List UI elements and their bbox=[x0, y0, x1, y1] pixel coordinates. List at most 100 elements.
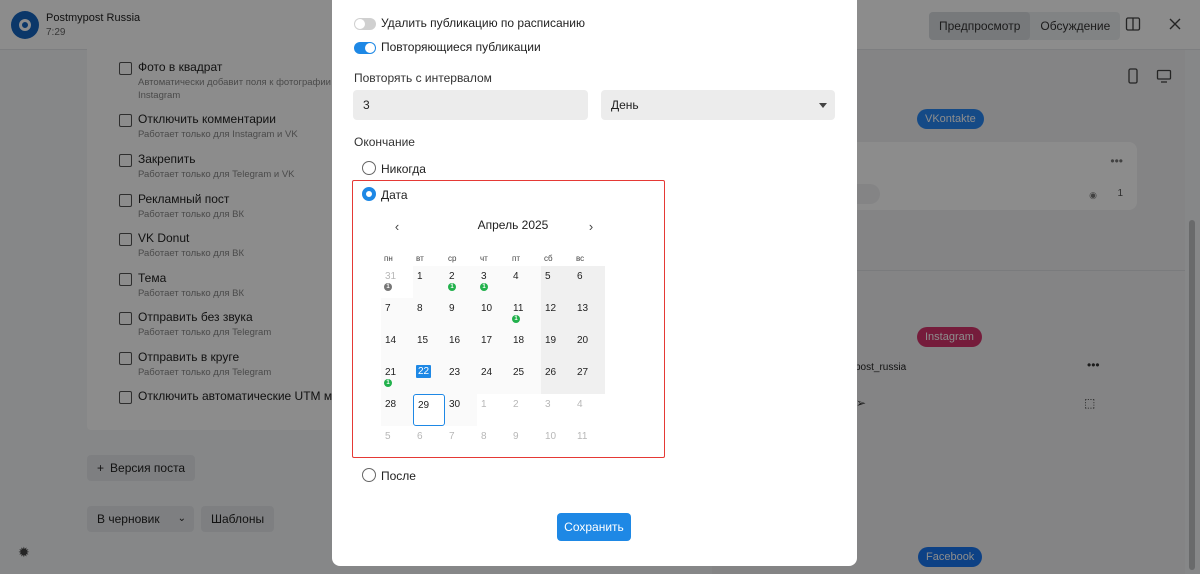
checkbox[interactable] bbox=[119, 273, 132, 286]
calendar-day[interactable]: 4 bbox=[509, 266, 541, 298]
close-icon[interactable] bbox=[1167, 16, 1183, 32]
checkbox[interactable] bbox=[119, 114, 132, 127]
calendar-day[interactable]: 9 bbox=[445, 298, 477, 330]
option-subtitle: Работает только для Instagram и VK bbox=[138, 129, 298, 140]
split-view-icon[interactable] bbox=[1125, 16, 1141, 32]
next-month-icon[interactable]: › bbox=[584, 219, 598, 234]
save-button[interactable]: Сохранить bbox=[557, 513, 631, 541]
day-number: 13 bbox=[577, 303, 589, 314]
interval-label: Повторять с интервалом bbox=[354, 71, 492, 85]
calendar-day[interactable]: 31 bbox=[477, 266, 509, 298]
calendar-day[interactable]: 8 bbox=[477, 426, 509, 458]
calendar-day[interactable]: 10 bbox=[477, 298, 509, 330]
tab-preview[interactable]: Предпросмотр bbox=[929, 12, 1031, 40]
calendar-day[interactable]: 13 bbox=[573, 298, 605, 330]
settings-gear-icon[interactable]: ✹ bbox=[18, 544, 30, 561]
day-number: 9 bbox=[513, 431, 519, 442]
account-time: 7:29 bbox=[46, 27, 66, 38]
calendar-day[interactable]: 10 bbox=[541, 426, 573, 458]
add-version-button[interactable]: + Версия поста bbox=[87, 455, 196, 481]
checkbox[interactable] bbox=[119, 233, 132, 246]
prev-month-icon[interactable]: ‹ bbox=[390, 219, 404, 234]
calendar-day[interactable]: 21 bbox=[445, 266, 477, 298]
checkbox[interactable] bbox=[119, 352, 132, 365]
radio-date[interactable] bbox=[362, 187, 376, 201]
radio-after[interactable] bbox=[362, 468, 376, 482]
calendar-day[interactable]: 29 bbox=[413, 394, 445, 426]
calendar-day[interactable]: 1 bbox=[477, 394, 509, 426]
calendar-day[interactable]: 3 bbox=[541, 394, 573, 426]
account-avatar[interactable] bbox=[11, 11, 39, 39]
calendar-day[interactable]: 15 bbox=[413, 330, 445, 362]
templates-button[interactable]: Шаблоны bbox=[201, 506, 275, 532]
calendar-day[interactable]: 23 bbox=[445, 362, 477, 394]
calendar-day[interactable]: 4 bbox=[573, 394, 605, 426]
calendar-day[interactable]: 6 bbox=[573, 266, 605, 298]
day-number: 7 bbox=[385, 303, 391, 314]
tab-discussion[interactable]: Обсуждение bbox=[1030, 12, 1120, 40]
day-number: 8 bbox=[481, 431, 487, 442]
calendar-day[interactable]: 11 bbox=[573, 426, 605, 458]
day-number: 5 bbox=[545, 271, 551, 282]
calendar-day[interactable]: 7 bbox=[381, 298, 413, 330]
calendar-day[interactable]: 24 bbox=[477, 362, 509, 394]
calendar-day[interactable]: 18 bbox=[509, 330, 541, 362]
instagram-chip: Instagram bbox=[917, 327, 982, 347]
calendar-day[interactable]: 31 1 bbox=[381, 266, 413, 298]
instagram-more-icon[interactable]: ••• bbox=[1087, 358, 1100, 372]
day-number: 14 bbox=[385, 335, 397, 346]
scrollbar[interactable] bbox=[1189, 220, 1195, 570]
never-label: Никогда bbox=[381, 162, 426, 176]
calendar-day[interactable]: 30 bbox=[445, 394, 477, 426]
calendar-day[interactable]: 26 bbox=[541, 362, 573, 394]
delete-scheduled-toggle[interactable] bbox=[354, 18, 376, 30]
interval-unit-select[interactable]: День bbox=[601, 90, 835, 120]
plus-icon: + bbox=[97, 461, 105, 475]
option-title: Отправить без звука bbox=[138, 310, 253, 324]
checkbox[interactable] bbox=[119, 312, 132, 325]
calendar-day[interactable]: 11 1 bbox=[509, 298, 541, 330]
day-number: 3 bbox=[545, 399, 551, 410]
calendar-day[interactable]: 20 bbox=[573, 330, 605, 362]
mobile-view-icon[interactable] bbox=[1125, 68, 1141, 84]
checkbox[interactable] bbox=[119, 62, 132, 75]
draft-dropdown[interactable]: В черновик ⌄ bbox=[87, 506, 194, 532]
day-number: 1 bbox=[481, 399, 487, 410]
calendar-day[interactable]: 2 bbox=[509, 394, 541, 426]
calendar-day[interactable]: 7 bbox=[445, 426, 477, 458]
option-subtitle: Работает только для ВК bbox=[138, 248, 245, 259]
interval-input[interactable]: 3 bbox=[353, 90, 588, 120]
calendar-day[interactable]: 28 bbox=[381, 394, 413, 426]
checkbox[interactable] bbox=[119, 194, 132, 207]
day-number: 28 bbox=[385, 399, 397, 410]
calendar-day[interactable]: 14 bbox=[381, 330, 413, 362]
ending-label: Окончание bbox=[354, 135, 415, 149]
calendar-day[interactable]: 27 bbox=[573, 362, 605, 394]
repeat-posts-toggle[interactable] bbox=[354, 42, 376, 54]
send-icon[interactable]: ➢ bbox=[856, 396, 866, 410]
calendar-day[interactable]: 6 bbox=[413, 426, 445, 458]
scheduled-post-badge: 1 bbox=[384, 379, 392, 387]
calendar-day[interactable]: 1 bbox=[413, 266, 445, 298]
calendar-day[interactable]: 12 bbox=[541, 298, 573, 330]
calendar-day[interactable]: 5 bbox=[381, 426, 413, 458]
desktop-view-icon[interactable] bbox=[1156, 68, 1172, 84]
calendar-day[interactable]: 8 bbox=[413, 298, 445, 330]
day-number: 11 bbox=[577, 431, 588, 442]
checkbox[interactable] bbox=[119, 154, 132, 167]
radio-never[interactable] bbox=[362, 161, 376, 175]
calendar-day[interactable]: 19 bbox=[541, 330, 573, 362]
calendar-month: Апрель 2025 bbox=[477, 218, 549, 232]
calendar-day[interactable]: 5 bbox=[541, 266, 573, 298]
bookmark-icon[interactable]: ⬚ bbox=[1084, 396, 1095, 410]
calendar-day[interactable]: 22 bbox=[413, 362, 445, 394]
calendar-day[interactable]: 17 bbox=[477, 330, 509, 362]
calendar-day[interactable]: 21 1 bbox=[381, 362, 413, 394]
calendar-day[interactable]: 25 bbox=[509, 362, 541, 394]
more-icon[interactable]: ••• bbox=[1110, 154, 1123, 168]
calendar-day[interactable]: 9 bbox=[509, 426, 541, 458]
checkbox[interactable] bbox=[119, 391, 132, 404]
delete-scheduled-label: Удалить публикацию по расписанию bbox=[381, 16, 585, 30]
date-label: Дата bbox=[381, 188, 408, 202]
calendar-day[interactable]: 16 bbox=[445, 330, 477, 362]
